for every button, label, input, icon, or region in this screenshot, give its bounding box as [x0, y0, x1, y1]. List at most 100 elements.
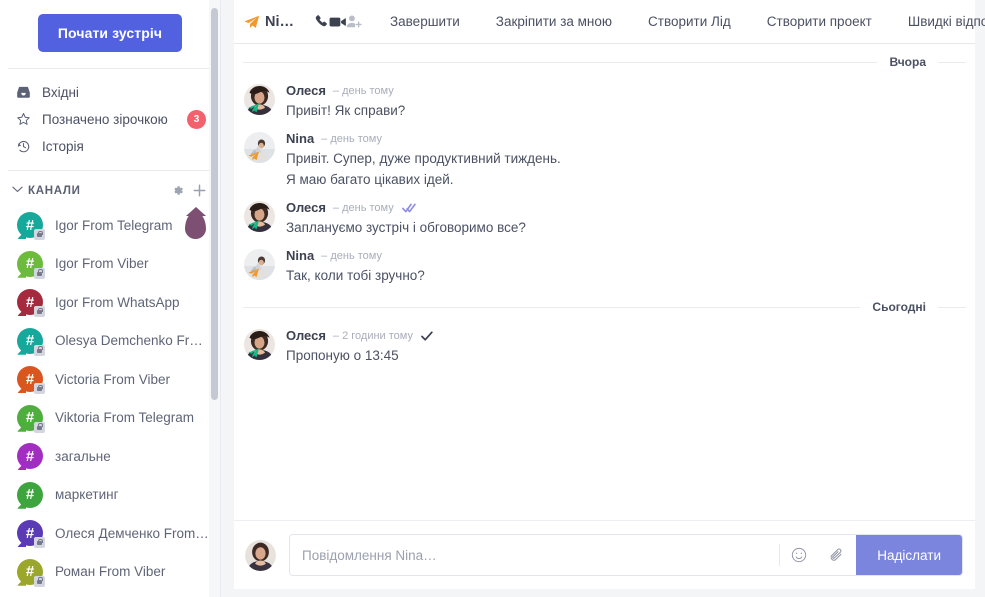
channel-list-item[interactable]: # маркетинг: [0, 476, 220, 515]
avatar: [244, 132, 275, 163]
date-separator-label: Вчора: [889, 55, 926, 69]
channel-list-item[interactable]: # Igor From WhatsApp: [0, 283, 220, 322]
channel-list-item[interactable]: # Viktoria From Telegram: [0, 399, 220, 438]
sidebar-item-label: Позначено зірочкою: [42, 112, 168, 127]
sidebar-scrollbar[interactable]: [209, 0, 220, 597]
message-text: Я маю багато цікавих ідей.: [286, 172, 454, 187]
add-person-icon[interactable]: [346, 8, 362, 36]
channel-avatar-tail: [17, 307, 26, 317]
toolbar-item-lead[interactable]: Створити Лід: [630, 14, 749, 29]
message-author: Nina: [286, 248, 315, 263]
channel-avatar-tail: [17, 268, 26, 278]
composer-input-box: Надіслати: [289, 534, 963, 576]
separator-line: [243, 306, 861, 308]
toolbar-menu: Завершити Закріпити за мною Створити Лід…: [372, 14, 985, 29]
source-channel-icon: [248, 151, 259, 164]
message-item: Nina – день тому Привіт. Супер, дуже проду…: [234, 124, 975, 193]
paperclip-icon[interactable]: [818, 535, 856, 575]
channel-name: загальне: [55, 448, 111, 464]
sidebar: Почати зустріч Вхідні Позначено зірочкою…: [0, 0, 221, 597]
message-item: Олеся – день тому Заплануємо зустріч і об…: [234, 193, 975, 241]
date-separator: Вчора: [234, 48, 975, 76]
message-timestamp: – день тому: [321, 249, 382, 262]
sidebar-scrollbar-thumb[interactable]: [211, 8, 218, 400]
message-text: Заплануємо зустріч і обговоримо все?: [286, 220, 526, 235]
emoji-icon[interactable]: [780, 535, 818, 575]
chat-toolbar: Ni… Завершити Закріпити за мною Створити…: [234, 0, 985, 44]
message-header: Олеся – 2 години тому: [286, 327, 965, 344]
video-camera-icon[interactable]: [329, 8, 346, 36]
history-icon: [16, 139, 35, 155]
channel-name: Olesya Demchenko Fr…: [55, 333, 203, 349]
app-root: Почати зустріч Вхідні Позначено зірочкою…: [0, 0, 985, 597]
message-timestamp: – 2 години тому: [332, 329, 413, 342]
message-item: Олеся – 2 години тому Пропоную о 13:45: [234, 321, 975, 369]
message-body: Nina – день тому Так, коли тобі зручно?: [286, 247, 965, 285]
channel-marker-icon: [185, 212, 206, 239]
date-separator: Сьогодні: [234, 293, 975, 321]
message-text: Пропоную о 13:45: [286, 348, 399, 363]
start-meeting-button[interactable]: Почати зустріч: [37, 14, 183, 52]
lock-icon: [34, 421, 45, 433]
toolbar-item-project[interactable]: Створити проект: [749, 14, 890, 29]
channels-header-label: КАНАЛИ: [28, 184, 81, 197]
channel-avatar-tail: [17, 230, 26, 240]
message-input[interactable]: [290, 535, 780, 575]
sidebar-item-inbox[interactable]: Вхідні: [0, 79, 220, 106]
message-timestamp: – день тому: [332, 201, 394, 214]
channel-avatar-tail: [17, 461, 26, 471]
sidebar-item-starred[interactable]: Позначено зірочкою 3: [0, 106, 220, 133]
message-header: Nina – день тому: [286, 130, 965, 147]
check-icon: [421, 330, 433, 341]
chat-panel: Ni… Завершити Закріпити за мною Створити…: [221, 0, 985, 597]
lock-icon: [34, 306, 45, 318]
message-composer: Надіслати: [234, 520, 975, 589]
toolbar-item-assign[interactable]: Закріпити за мною: [478, 14, 630, 29]
channel-name: Igor From Viber: [55, 256, 149, 272]
channel-avatar-tail: [17, 345, 26, 355]
date-separator-label: Сьогодні: [872, 300, 926, 314]
toolbar-item-finish[interactable]: Завершити: [372, 14, 478, 29]
channel-avatar-tail: [17, 576, 26, 586]
channel-list-item[interactable]: # Олеся Демченко From …: [0, 514, 220, 553]
send-button[interactable]: Надіслати: [856, 535, 962, 575]
channel-avatar: #: [17, 250, 45, 279]
phone-icon[interactable]: [314, 8, 329, 36]
channel-list-item[interactable]: # Olesya Demchenko Fr…: [0, 322, 220, 361]
separator-line: [243, 61, 878, 63]
star-icon: [16, 112, 35, 128]
channel-list-item[interactable]: # Igor From Telegram: [0, 206, 220, 245]
avatar: [244, 329, 275, 360]
channels-section-header[interactable]: КАНАЛИ: [0, 171, 220, 206]
lock-icon: [34, 575, 45, 587]
gear-icon[interactable]: [171, 184, 184, 197]
channel-avatar-tail: [17, 384, 26, 394]
channel-avatar: #: [17, 443, 43, 471]
message-body: Олеся – 2 години тому Пропоную о 13:45: [286, 327, 965, 365]
message-author: Олеся: [286, 200, 326, 215]
message-item: Nina – день тому Так, коли тобі зручно?: [234, 241, 975, 289]
channel-list-item[interactable]: # Igor From Viber: [0, 245, 220, 284]
toolbar-item-quick[interactable]: Швидкі відповіді: [890, 14, 985, 29]
composer-avatar: [245, 539, 276, 571]
message-timestamp: – день тому: [321, 132, 382, 145]
source-channel-icon: [248, 220, 259, 233]
message-text: Так, коли тобі зручно?: [286, 268, 425, 283]
avatar: [244, 84, 275, 115]
sidebar-nav: Вхідні Позначено зірочкою 3 Історія: [0, 69, 220, 170]
channel-avatar: #: [17, 366, 45, 395]
channel-avatar: #: [17, 520, 45, 549]
lock-icon: [34, 383, 45, 395]
avatar: [244, 249, 275, 280]
chat-title: Ni…: [265, 13, 294, 30]
message-timestamp: – день тому: [332, 84, 394, 97]
channel-list-item[interactable]: # Victoria From Viber: [0, 360, 220, 399]
channel-list-item[interactable]: # загальне: [0, 437, 220, 476]
plus-icon[interactable]: [193, 184, 206, 197]
message-text: Привіт! Як справи?: [286, 103, 406, 118]
sidebar-item-history[interactable]: Історія: [0, 133, 220, 160]
channel-list: # Igor From Telegram # Igor From Viber # Igor…: [0, 206, 220, 591]
channel-list-item[interactable]: # Роман From Viber: [0, 553, 220, 592]
channels-actions: [171, 184, 206, 197]
telegram-plane-icon: [244, 15, 259, 29]
